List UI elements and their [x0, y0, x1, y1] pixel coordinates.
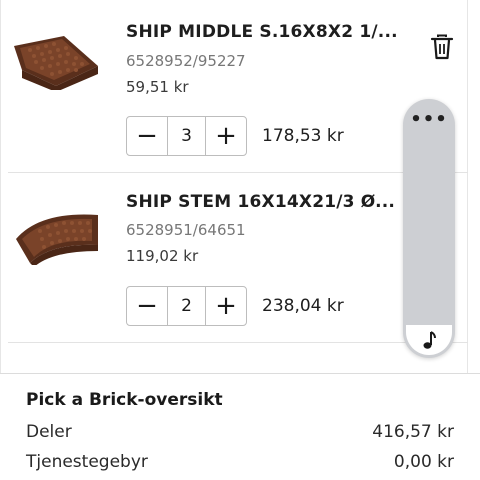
decrement-button[interactable]: − [127, 117, 167, 155]
quantity-value[interactable]: 3 [167, 117, 206, 155]
summary-row-value: 416,57 kr [372, 422, 454, 442]
ship-middle-image [14, 36, 98, 90]
more-options-icon[interactable]: ••• [403, 109, 455, 130]
quantity-stepper: − 3 + [126, 116, 247, 156]
item-sku: 6528952/95227 [126, 52, 246, 70]
increment-button[interactable]: + [206, 117, 246, 155]
item-line-total: 178,53 kr [262, 126, 344, 146]
item-line-total: 238,04 kr [262, 296, 344, 316]
floating-panel: ••• [403, 99, 455, 358]
cart-item: SHIP MIDDLE S.16X8X2 1/... 6528952/95227… [0, 0, 468, 172]
item-unit-price: 59,51 kr [126, 78, 189, 96]
increment-button[interactable]: + [206, 287, 246, 325]
trash-icon[interactable] [430, 34, 454, 60]
music-button[interactable] [406, 325, 452, 355]
quantity-stepper: − 2 + [126, 286, 247, 326]
ship-stem-image [16, 214, 98, 265]
item-unit-price: 119,02 kr [126, 247, 199, 265]
summary-title: Pick a Brick-oversikt [26, 390, 223, 410]
item-sku: 6528951/64651 [126, 221, 246, 239]
decrement-button[interactable]: − [127, 287, 167, 325]
item-name: SHIP MIDDLE S.16X8X2 1/... [126, 22, 398, 42]
cart-item: SHIP STEM 16X14X21/3 Ø... 6528951/64651 … [0, 172, 468, 342]
order-summary: Pick a Brick-oversikt Deler 416,57 kr Tj… [0, 374, 480, 480]
summary-row-label: Tjenestegebyr [26, 452, 148, 472]
quantity-value[interactable]: 2 [167, 287, 206, 325]
item-name: SHIP STEM 16X14X21/3 Ø... [126, 192, 396, 212]
item-divider [8, 342, 468, 343]
summary-row-label: Deler [26, 422, 72, 442]
summary-row-value: 0,00 kr [393, 452, 454, 472]
music-note-icon [423, 331, 436, 349]
